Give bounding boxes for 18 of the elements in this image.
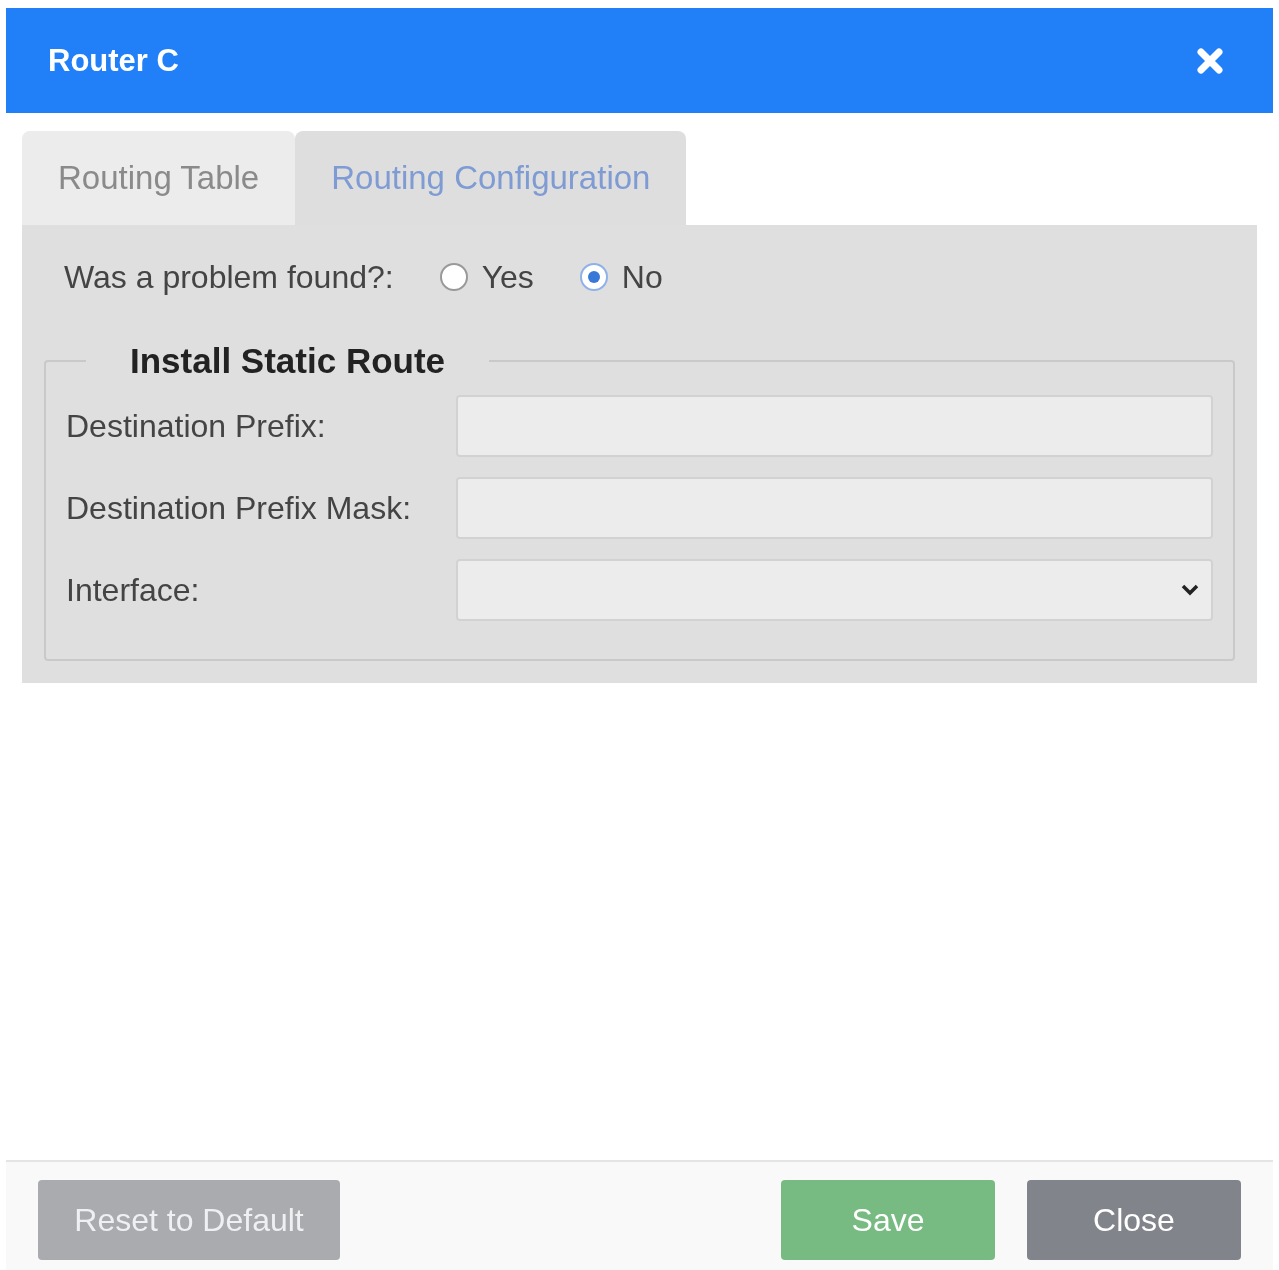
window-title: Router C <box>48 41 179 80</box>
chevron-down-icon <box>1181 584 1199 596</box>
fieldset-legend: Install Static Route <box>86 334 490 387</box>
close-button[interactable] <box>1197 47 1223 74</box>
field-label: Interface: <box>66 571 201 610</box>
radio-label: No <box>621 257 663 297</box>
save-button[interactable]: Save <box>781 1180 995 1260</box>
close-button[interactable]: Close <box>1027 1180 1241 1260</box>
tab[interactable]: Routing Configuration <box>295 131 687 225</box>
radio-button[interactable] <box>439 262 468 291</box>
input-field[interactable] <box>456 395 1213 457</box>
field-label: Destination Prefix Mask: <box>66 489 412 528</box>
question-label: Was a problem found?: <box>64 257 394 297</box>
radio-label: Yes <box>481 257 534 297</box>
input-field[interactable] <box>456 477 1213 539</box>
tab[interactable]: Routing Table <box>22 131 296 225</box>
field-label: Destination Prefix: <box>66 407 327 446</box>
radio-button[interactable] <box>579 262 608 291</box>
